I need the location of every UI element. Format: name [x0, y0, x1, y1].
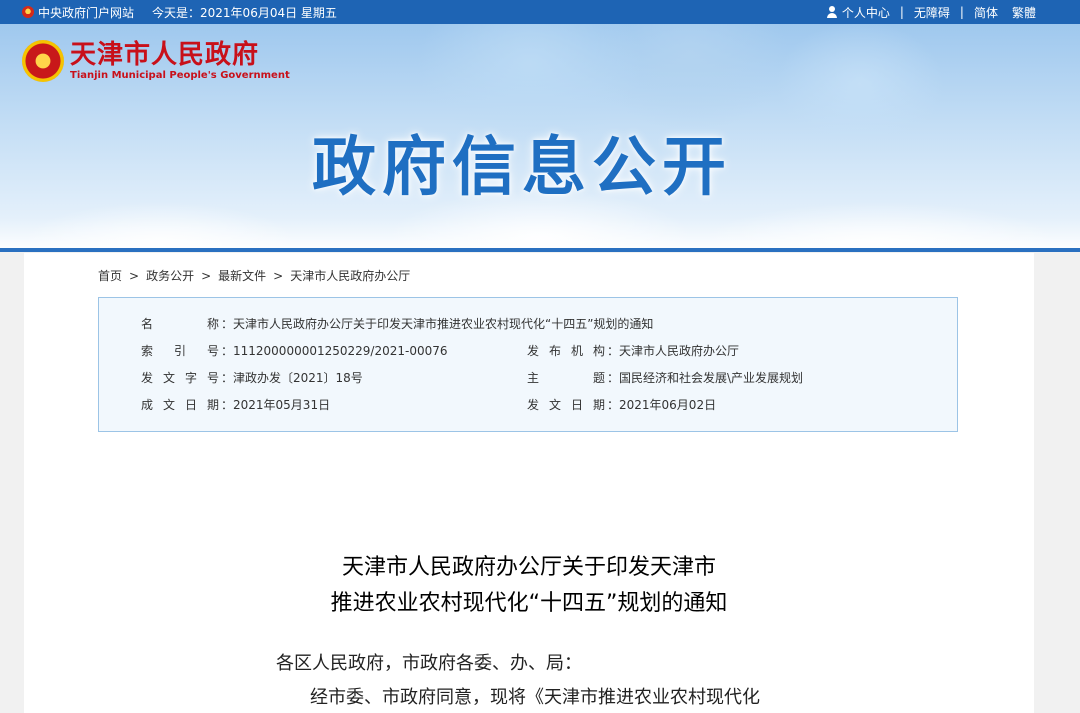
meta-index-label: 索引号: [141, 344, 219, 358]
breadcrumb-separator: >: [273, 268, 284, 283]
header-banner: 天津市人民政府 Tianjin Municipal People's Gover…: [0, 24, 1080, 252]
meta-row-index: 索引号 ： 111200000001250229/2021-00076 发布机构…: [99, 343, 957, 359]
meta-colon: ：: [221, 398, 234, 412]
national-emblem-icon: [22, 40, 64, 82]
meta-index-value: 111200000001250229/2021-00076: [233, 344, 448, 358]
site-name-cn: 天津市人民政府: [70, 40, 260, 70]
meta-row-name: 名称 ： 天津市人民政府办公厅关于印发天津市推进农业农村现代化“十四五”规划的通…: [99, 316, 957, 332]
document-body-paragraph: 经市委、市政府同意，现将《天津市推进农业农村现代化: [310, 687, 760, 708]
meta-created-label: 成文日期: [141, 398, 219, 412]
topbar-right: 个人中心 | 无障碍 | 简体 繁體: [826, 0, 1036, 24]
breadcrumb-general-office[interactable]: 天津市人民政府办公厅: [290, 267, 410, 284]
site-name-en: Tianjin Municipal People's Government: [70, 70, 290, 81]
current-date: 今天是：2021年06月04日 星期五: [152, 5, 337, 20]
meta-colon: ：: [221, 317, 234, 331]
top-utility-bar: 中央政府门户网站 今天是：2021年06月04日 星期五 个人中心 | 无障碍 …: [0, 0, 1080, 24]
personal-center-link[interactable]: 个人中心: [842, 4, 890, 21]
meta-created-value: 2021年05月31日: [233, 398, 331, 412]
breadcrumb-gov-affairs[interactable]: 政务公开: [146, 267, 194, 284]
meta-docno-label: 发文字号: [141, 371, 219, 385]
meta-topic-label: 主题: [527, 371, 605, 385]
topbar-separator: |: [899, 5, 904, 19]
meta-docno-value: 津政办发〔2021〕18号: [233, 371, 363, 385]
banner-title: 政府信息公开: [312, 131, 732, 205]
national-emblem-icon: [22, 6, 34, 18]
breadcrumb-latest-docs[interactable]: 最新文件: [218, 267, 266, 284]
meta-colon: ：: [221, 344, 234, 358]
meta-colon: ：: [221, 371, 234, 385]
simplified-chinese-link[interactable]: 简体: [974, 4, 998, 21]
meta-topic-value: 国民经济和社会发展\产业发展规划: [619, 371, 804, 385]
document-title: 天津市人民政府办公厅关于印发天津市 推进农业农村现代化“十四五”规划的通知: [24, 551, 1034, 623]
content-panel: 首页 > 政务公开 > 最新文件 > 天津市人民政府办公厅 名称 ： 天津市人民…: [24, 253, 1034, 713]
meta-issuer-value: 天津市人民政府办公厅: [619, 344, 740, 358]
site-logo[interactable]: 天津市人民政府 Tianjin Municipal People's Gover…: [22, 40, 290, 82]
user-icon[interactable]: [826, 6, 838, 18]
meta-colon: ：: [607, 398, 620, 412]
document-metadata-box: 名称 ： 天津市人民政府办公厅关于印发天津市推进农业农村现代化“十四五”规划的通…: [98, 297, 958, 432]
breadcrumb-separator: >: [201, 268, 212, 283]
document-salutation: 各区人民政府，市政府各委、办、局：: [276, 653, 582, 674]
meta-colon: ：: [607, 371, 620, 385]
meta-name-value: 天津市人民政府办公厅关于印发天津市推进农业农村现代化“十四五”规划的通知: [233, 317, 654, 331]
meta-published-label: 发文日期: [527, 398, 605, 412]
meta-row-docno: 发文字号 ： 津政办发〔2021〕18号 主题 ： 国民经济和社会发展\产业发展…: [99, 370, 957, 386]
document-title-line-1: 天津市人民政府办公厅关于印发天津市: [341, 555, 716, 580]
meta-colon: ：: [607, 344, 620, 358]
meta-row-dates: 成文日期 ： 2021年05月31日 发文日期 ： 2021年06月02日: [99, 397, 957, 413]
traditional-chinese-link[interactable]: 繁體: [1012, 4, 1036, 21]
meta-published-value: 2021年06月02日: [619, 398, 717, 412]
topbar-separator: |: [959, 5, 964, 19]
accessibility-link[interactable]: 无障碍: [914, 4, 950, 21]
breadcrumb-home[interactable]: 首页: [98, 267, 122, 284]
meta-name-label: 名称: [141, 317, 219, 331]
central-gov-portal-link[interactable]: 中央政府门户网站: [38, 4, 134, 21]
document-title-line-2: 推进农业农村现代化“十四五”规划的通知: [330, 591, 728, 616]
meta-issuer-label: 发布机构: [527, 344, 605, 358]
topbar-left: 中央政府门户网站 今天是：2021年06月04日 星期五: [22, 0, 337, 24]
breadcrumb-separator: >: [129, 268, 140, 283]
logo-text: 天津市人民政府 Tianjin Municipal People's Gover…: [70, 40, 290, 82]
breadcrumb: 首页 > 政务公开 > 最新文件 > 天津市人民政府办公厅: [98, 267, 410, 284]
